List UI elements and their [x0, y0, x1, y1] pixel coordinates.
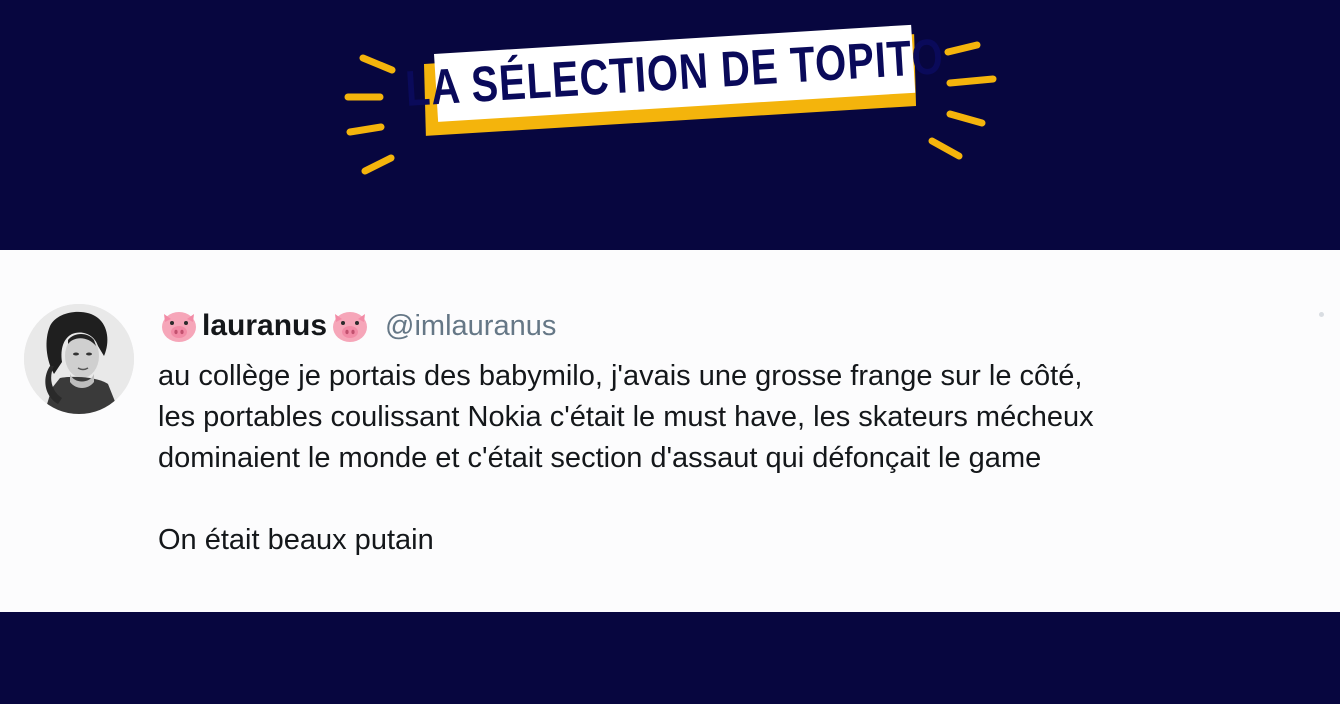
user-handle[interactable]: @imlauranus: [385, 310, 556, 343]
tweet-line: On était beaux putain: [158, 524, 434, 556]
footer-band: [0, 612, 1340, 704]
ray-right-3: [946, 110, 986, 127]
display-name[interactable]: lauranus: [202, 309, 327, 343]
pig-face-icon: [162, 312, 196, 342]
card-corner-dot: [1319, 312, 1324, 317]
topito-banner: LA SÉLECTION DE TOPITO: [0, 0, 1340, 250]
topito-logo: LA SÉLECTION DE TOPITO: [404, 24, 945, 160]
ray-right-1: [944, 41, 981, 56]
avatar-portrait-image: [24, 304, 134, 414]
tweet-line: au collège je portais des babymilo, j'av…: [158, 360, 1083, 392]
avatar[interactable]: [24, 304, 134, 414]
ray-left-4: [361, 154, 395, 175]
ray-left-1: [359, 54, 396, 74]
ray-right-4: [928, 137, 963, 160]
tweet-line: dominaient le monde et c'était section d…: [158, 442, 1042, 474]
ray-left-3: [346, 123, 385, 136]
tweet-header: lauranus @imlauranus: [158, 308, 556, 344]
tweet-line: les portables coulissant Nokia c'était l…: [158, 401, 1094, 433]
tweet-body: au collège je portais des babymilo, j'av…: [158, 356, 1318, 561]
tweet-card: lauranus @imlauranus au collège je porta…: [0, 250, 1340, 612]
pig-face-icon: [333, 312, 368, 342]
ray-right-2: [946, 75, 997, 87]
